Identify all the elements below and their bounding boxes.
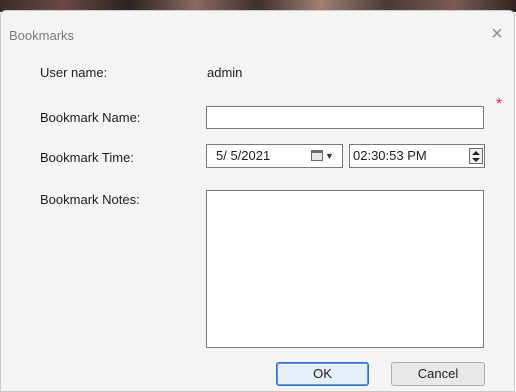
calendar-icon[interactable] [311,150,323,161]
dialog-title: Bookmarks [9,28,75,43]
bookmark-name-input[interactable] [206,106,484,129]
user-name-value: admin [207,65,243,80]
spin-down-icon[interactable] [472,158,480,162]
chevron-down-icon[interactable]: ▼ [325,145,334,167]
user-name-label: User name: [40,65,108,80]
required-marker: * [496,96,503,113]
ok-button[interactable]: OK [276,362,369,386]
date-picker[interactable]: 5/ 5/2021 ▼ [206,144,343,168]
title-bar: Bookmarks × [1,11,514,47]
date-value: 5/ 5/2021 [216,148,271,163]
cancel-button[interactable]: Cancel [391,362,485,386]
time-picker[interactable]: 02:30:53 PM [349,144,485,168]
bookmark-notes-textarea[interactable] [206,190,484,348]
close-icon[interactable]: × [486,24,508,45]
bookmark-name-label: Bookmark Name: [40,110,141,125]
time-value: 02:30:53 PM [353,148,427,163]
bookmark-notes-label: Bookmark Notes: [40,192,140,207]
bookmark-time-label: Bookmark Time: [40,150,134,165]
spin-up-icon[interactable] [472,151,480,155]
time-spinner[interactable] [469,148,483,164]
